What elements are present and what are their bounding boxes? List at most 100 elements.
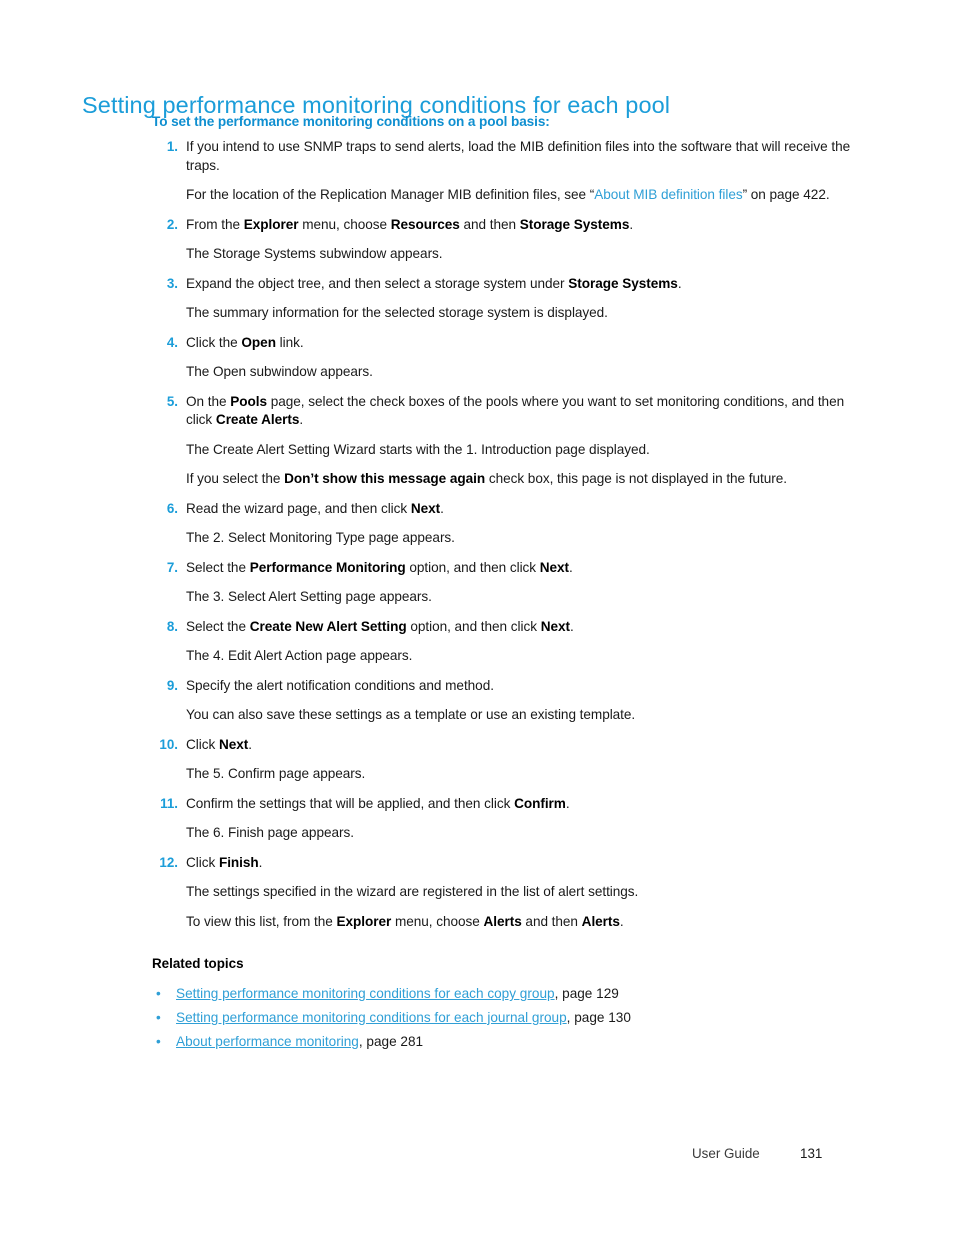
footer-page-number: 131 [800,1146,823,1161]
step-spacer [152,382,852,393]
step-result-note: The 4. Edit Alert Action page appears. [186,647,852,666]
text-run: . [299,412,304,427]
step-spacer [152,784,852,795]
related-topic-page: , page 129 [554,986,619,1001]
emphasis-term: Finish [218,854,259,870]
bullet-icon: • [156,986,161,1001]
text-run: ” on page 422. [742,187,830,202]
related-topic-item[interactable]: • Setting performance monitoring conditio… [152,982,852,1006]
step-result-note: The 5. Confirm page appears. [186,765,852,784]
text-run: . [248,736,252,752]
text-run: and then [521,913,582,929]
text-run: link. [275,334,304,350]
text-run: . [569,618,574,634]
step-text: From the Explorer menu, choose Resources… [186,216,852,235]
procedure-step: 5. On the Pools page, select the check bo… [152,393,852,430]
text-run: The 5. Confirm page appears. [186,766,366,781]
step-result-note: The Storage Systems subwindow appears. [186,245,852,264]
procedure-step: 10. Click Next. [152,736,852,755]
step-spacer [152,725,852,736]
emphasis-term: Open [241,334,276,350]
emphasis-term: Don’t show this message again [284,471,486,486]
text-run: The 6. Finish page appears. [186,825,354,840]
emphasis-term: Confirm [514,795,566,811]
emphasis-term: Create New Alert Setting [249,618,407,634]
text-run: Select the [186,559,250,575]
step-result-note: For the location of the Replication Mana… [186,186,852,205]
text-run: . [565,795,570,811]
step-text: On the Pools page, select the check boxe… [186,393,852,430]
step-spacer [152,548,852,559]
cross-reference-link[interactable]: About MIB definition files [594,187,742,202]
step-text: Specify the alert notification condition… [186,677,852,696]
emphasis-term: Storage Systems [568,275,678,291]
text-run: The Storage Systems subwindow appears. [186,246,443,261]
footer-guide-label: User Guide [692,1146,760,1161]
procedure-step: 2. From the Explorer menu, choose Resourc… [152,216,852,235]
step-spacer [152,205,852,216]
step-spacer [152,323,852,334]
text-run: Confirm the settings that will be applie… [186,795,515,811]
step-result-note: The 3. Select Alert Setting page appears… [186,588,852,607]
step-spacer [152,607,852,618]
related-topics-heading: Related topics [152,956,244,971]
emphasis-term: Explorer [336,913,392,929]
text-run: . [619,913,624,929]
text-run: menu, choose [298,216,391,232]
step-result-note: You can also save these settings as a te… [186,706,852,725]
text-run: Click [186,736,219,752]
emphasis-term: Next [410,500,441,516]
procedure-step: 11. Confirm the settings that will be app… [152,795,852,814]
step-number: 4. [166,334,178,350]
step-result-note: If you select the Don’t show this messag… [186,470,852,489]
text-run: . [440,500,444,516]
step-text: Click Next. [186,736,852,755]
related-topic-link[interactable]: Setting performance monitoring condition… [176,1010,567,1025]
text-run: The 2. Select Monitoring Type page appea… [186,530,455,545]
step-number: 2. [166,216,178,232]
text-run: . [569,559,573,575]
emphasis-term: Alerts [581,913,620,929]
text-run: Select the [186,618,250,634]
text-run: Read the wizard page, and then click [186,500,411,516]
step-number: 3. [166,275,178,291]
text-run: If you intend to use SNMP traps to send … [186,139,851,173]
related-topic-page: , page 130 [566,1009,631,1025]
related-topic-item[interactable]: • About performance monitoring, page 281 [152,1030,852,1054]
step-number: 6. [166,500,178,516]
related-topic-link[interactable]: Setting performance monitoring condition… [176,986,555,1001]
emphasis-term: Next [218,736,249,752]
step-spacer [152,931,852,942]
step-result-note: The Open subwindow appears. [186,363,852,382]
step-spacer [152,666,852,677]
text-run: For the location of the Replication Mana… [186,187,595,202]
emphasis-term: Create Alerts [215,412,300,427]
text-run: The summary information for the selected… [186,305,608,320]
step-number: 1. [166,139,178,154]
step-text: Read the wizard page, and then click Nex… [186,500,852,519]
step-text: Select the Performance Monitoring option… [186,559,852,578]
related-topic-link[interactable]: About performance monitoring [176,1034,359,1049]
procedure-step: 3. Expand the object tree, and then selec… [152,275,852,294]
related-topics-list: • Setting performance monitoring conditio… [152,982,852,1053]
step-number: 12. [159,854,178,870]
emphasis-term: Resources [390,216,460,232]
step-result-note: The 2. Select Monitoring Type page appea… [186,529,852,548]
bullet-icon: • [156,1009,161,1025]
step-number: 11. [160,795,178,811]
step-result-note: The Create Alert Setting Wizard starts w… [186,441,852,460]
emphasis-term: Next [539,559,570,575]
text-run: To view this list, from the [186,913,337,929]
step-number: 10. [159,736,178,752]
step-text: Click Finish. [186,854,852,873]
text-run: The Create Alert Setting Wizard starts w… [186,441,650,457]
related-topic-item[interactable]: • Setting performance monitoring conditio… [152,1006,852,1030]
procedure-step: 12. Click Finish. [152,854,852,873]
procedure-steps-list: 1. If you intend to use SNMP traps to sen… [152,138,852,942]
emphasis-term: Pools [230,393,268,409]
text-run: The Open subwindow appears. [186,364,373,379]
text-run: Click [186,854,219,870]
step-text: If you intend to use SNMP traps to send … [186,138,852,175]
bullet-icon: • [156,1033,161,1049]
procedure-step: 1. If you intend to use SNMP traps to sen… [152,138,852,175]
